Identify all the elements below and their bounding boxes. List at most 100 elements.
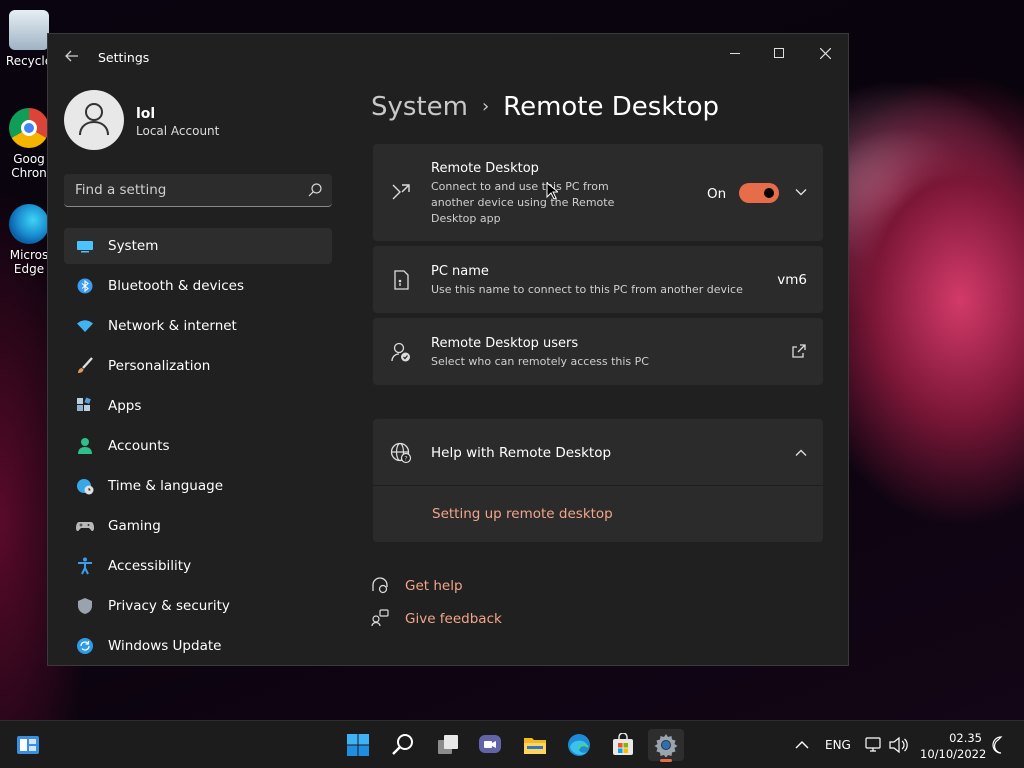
file-explorer-button[interactable] [517,729,553,761]
mouse-cursor-icon [546,182,558,200]
sidebar-item-time-language[interactable]: Time & language [64,468,332,504]
store-button[interactable] [605,729,641,761]
pc-name-description: Use this name to connect to this PC from… [431,283,743,296]
sidebar-nav: System Bluetooth & devices Network & int… [64,228,332,665]
users-check-icon [391,342,410,362]
remote-desktop-card[interactable]: Remote Desktop Connect to and use this P… [373,144,823,241]
sidebar-item-system[interactable]: System [64,228,332,264]
accessibility-icon [78,557,92,575]
sidebar-item-windows-update[interactable]: Windows Update [64,628,332,664]
chat-button[interactable] [472,729,508,761]
sidebar-item-label: Network & internet [108,318,237,334]
sidebar-item-label: Gaming [108,518,161,534]
remote-desktop-users-card[interactable]: Remote Desktop users Select who can remo… [373,318,823,385]
sidebar-item-label: Accessibility [108,558,192,574]
network-icon[interactable] [865,736,883,754]
help-header[interactable]: ? Help with Remote Desktop [373,419,823,486]
avatar [64,90,124,150]
sidebar-item-label: Bluetooth & devices [108,278,245,294]
get-help-label: Get help [405,578,463,594]
rd-users-description: Select who can remotely access this PC [431,355,649,368]
volume-icon[interactable] [889,736,909,754]
chevron-up-icon[interactable] [794,738,810,752]
clock[interactable]: 02.35 10/10/2022 [920,730,987,762]
sidebar-item-label: Apps [108,398,142,414]
accounts-icon [78,438,92,454]
feedback-icon [371,609,389,627]
svg-text:?: ? [404,454,407,462]
sidebar-item-privacy-security[interactable]: Privacy & security [64,588,332,624]
start-button[interactable] [340,729,376,761]
maximize-button[interactable] [756,38,802,68]
close-button[interactable] [802,38,848,68]
edge-icon [9,204,49,244]
sidebar-item-accessibility[interactable]: Accessibility [64,548,332,584]
search-icon [392,734,413,755]
sidebar-item-accounts[interactable]: Accounts [64,428,332,464]
back-arrow-icon [65,50,78,62]
edge-button[interactable] [561,729,597,761]
account-type: Local Account [136,124,220,138]
teams-chat-icon [479,735,501,753]
chevron-down-icon[interactable] [791,182,811,202]
breadcrumb-parent-link[interactable]: System [371,92,468,122]
search-input[interactable] [64,174,294,206]
app-title: Settings [98,50,150,65]
store-icon [613,733,633,755]
title-bar[interactable]: Settings [48,34,848,82]
help-title: Help with Remote Desktop [431,445,612,461]
update-icon [77,638,93,654]
active-app-indicator [660,759,672,762]
language-indicator[interactable]: ENG [825,738,851,752]
widgets-icon [17,736,39,754]
start-icon [347,734,369,756]
taskbar: ENG 02.35 10/10/2022 [0,720,1024,768]
open-external-icon[interactable] [791,343,807,359]
chrome-icon [9,108,49,148]
search-icon[interactable] [308,183,322,197]
sidebar-item-apps[interactable]: Apps [64,388,332,424]
task-view-button[interactable] [430,729,466,761]
clock-date: 10/10/2022 [920,747,987,761]
chevron-up-icon[interactable] [791,443,811,463]
settings-window: Settings lol Local Account System [47,33,849,666]
sidebar-item-label: Windows Update [108,638,222,654]
user-name: lol [136,106,156,122]
widgets-button[interactable] [10,729,46,761]
settings-taskbar-button[interactable] [648,729,684,762]
sidebar-item-gaming[interactable]: Gaming [64,508,332,544]
pc-name-title: PC name [431,264,489,279]
user-icon [79,103,109,136]
toggle-state-label: On [707,186,727,202]
setup-remote-desktop-link[interactable]: Setting up remote desktop [432,506,613,522]
settings-icon [654,734,678,757]
page-title: Remote Desktop [503,92,719,122]
sidebar-item-label: Personalization [108,358,211,374]
settings-search[interactable] [64,174,332,207]
remote-desktop-toggle[interactable] [739,183,779,203]
remote-desktop-icon [392,184,410,200]
pc-name-icon [394,270,409,290]
toggle-knob [764,188,774,198]
maximize-icon [774,48,784,58]
clock-time: 02.35 [949,731,982,745]
apps-icon [77,397,91,411]
close-icon [819,47,831,59]
minimize-button[interactable] [712,38,758,68]
sidebar-item-personalization[interactable]: Personalization [64,348,332,384]
remote-desktop-description: Connect to and use this PC from another … [431,180,615,225]
pc-name-card: PC name Use this name to connect to this… [373,246,823,313]
user-profile[interactable]: lol Local Account [64,90,324,152]
sidebar-item-label: System [108,238,159,254]
sidebar-item-label: Time & language [108,478,224,494]
sidebar-item-bluetooth[interactable]: Bluetooth & devices [64,268,332,304]
sidebar-item-network[interactable]: Network & internet [64,308,332,344]
breadcrumb-separator: › [481,96,490,117]
wifi-icon [77,320,93,332]
get-help-icon [372,577,388,594]
search-button[interactable] [385,729,421,761]
focus-assist-icon[interactable] [990,736,1006,754]
edge-icon [568,734,590,756]
back-button[interactable] [60,48,84,68]
file-explorer-icon [524,738,546,754]
